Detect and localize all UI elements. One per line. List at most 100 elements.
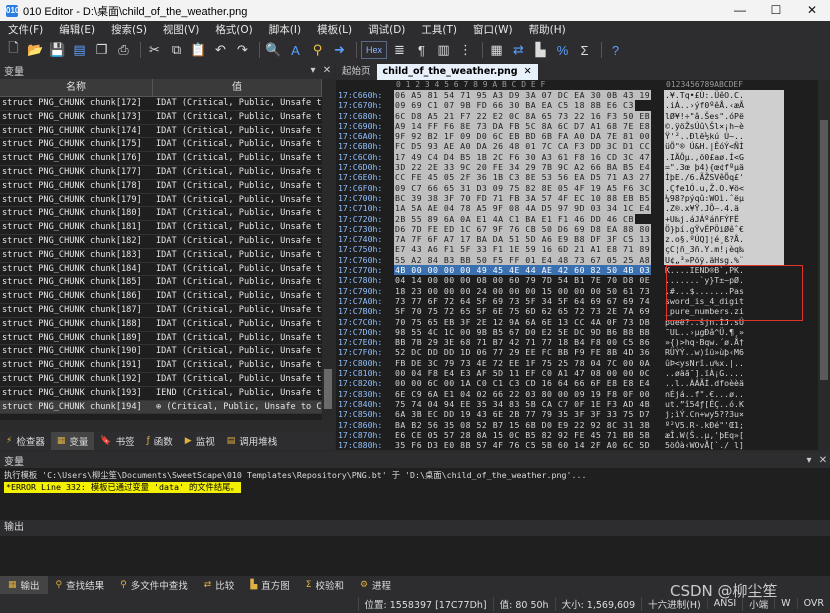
tab-compare[interactable]: ⇄ 比较 <box>196 576 243 594</box>
hex-bytes[interactable]: 35 F6 D3 E0 8B 57 4F 76 C5 5B 60 14 2F A… <box>394 440 651 450</box>
pin-icon[interactable]: ▾ <box>802 455 816 466</box>
tab-bookmarks[interactable]: 🔖 书签 <box>94 432 140 450</box>
variable-row[interactable]: struct PNG_CHUNK chunk[182] IDAT (Critica… <box>0 235 322 249</box>
hex-row[interactable]: 17:C6C0h: 17 49 C4 D4 B5 1B 2C F6 30 A3 6… <box>336 151 818 163</box>
hex-row[interactable]: 17:C660h: 06 A5 81 54 71 95 A3 D9 3A 07 D… <box>336 90 818 101</box>
hex-ascii[interactable]: U¢„³»Põÿ.äHsg.%¨ <box>664 254 784 266</box>
pin-icon[interactable]: ▾ <box>306 65 320 76</box>
hex-row[interactable]: 17:C6B0h: FC D5 93 AE A0 DA 26 48 01 7C C… <box>336 141 818 152</box>
close-button[interactable]: ✕ <box>794 0 830 21</box>
find-icon[interactable]: 🔍 <box>264 41 283 59</box>
hex-bytes[interactable]: A9 14 FF F6 8E 73 DA FB 5C 8A 6C D7 A1 6… <box>394 120 652 132</box>
hex-bytes[interactable]: FB DE 3C 79 73 4E 72 EE 1F 75 25 78 04 7… <box>394 358 651 368</box>
hex-ascii[interactable]: nÉjá..f".€...ø.. <box>664 389 784 399</box>
hex-row[interactable]: 17:C740h: 7A 7F 6F A7 17 BA DA 51 5D A6 E… <box>336 234 818 245</box>
hex-bytes[interactable]: D6 7D FE ED 1C 67 9F 76 CB 50 D6 69 D8 E… <box>394 223 652 235</box>
hex-row[interactable]: 17:C840h: 75 74 04 94 EE 35 34 83 5B CA C… <box>336 399 818 409</box>
hex-bytes[interactable]: 09 69 C1 07 9B FD 66 30 BA EA C5 18 8B E… <box>394 100 635 111</box>
hex-mode-button[interactable]: Hex <box>361 41 387 59</box>
hex-ascii[interactable]: ..øäã¯].ïÀ¡G.... <box>664 368 784 378</box>
variable-row[interactable]: struct PNG_CHUNK chunk[189] IDAT (Critica… <box>0 332 322 346</box>
hex-row[interactable]: 17:C7D0h: 98 55 4C 1C 00 9B B5 67 D0 E2 5… <box>336 327 818 337</box>
variable-row[interactable]: struct PNG_CHUNK chunk[184] IDAT (Critica… <box>0 263 322 277</box>
percent-icon[interactable]: % <box>553 41 572 59</box>
variable-row[interactable]: struct PNG_CHUNK chunk[173] IDAT (Critica… <box>0 111 322 125</box>
hex-bytes[interactable]: 00 00 6C 00 1A C0 C1 C3 CD 16 64 66 6F E… <box>394 378 651 388</box>
hex-bytes[interactable]: 06 A5 81 54 71 95 A3 D9 3A 07 DC EA 30 0… <box>394 90 652 101</box>
hex-row[interactable]: 17:C7E0h: BB 7B 29 3E 68 71 B7 42 71 77 1… <box>336 337 818 347</box>
menu-edit[interactable]: 编辑(E) <box>51 22 103 37</box>
compare-icon[interactable]: ⇄ <box>509 41 528 59</box>
hex-bytes[interactable]: 00 04 F8 E4 E3 AF 5D 11 EF C0 A1 47 08 0… <box>394 368 651 378</box>
hex-scrollbar[interactable] <box>818 80 830 450</box>
hex-ascii[interactable]: Ÿ'²..Ðlë½kú Ú~.. <box>664 131 784 142</box>
hex-ascii[interactable]: +U‰j.áJÁºáñFÝFË <box>664 213 784 224</box>
hex-row[interactable]: 17:C850h: 6A 3B EC DD 19 43 6E 2B 77 79 3… <box>336 409 818 419</box>
hex-bytes[interactable]: 18 23 00 00 00 24 00 00 00 15 00 00 00 5… <box>394 286 651 296</box>
hex-bytes[interactable]: E7 43 A6 F1 5F 33 F1 1E 59 16 6D 21 A1 E… <box>394 244 652 255</box>
hex-bytes[interactable]: 5F 70 75 72 65 5F 6E 75 6D 62 65 72 73 2… <box>394 306 651 316</box>
scrollbar-thumb[interactable] <box>324 369 332 409</box>
save-all-icon[interactable]: ▤ <box>70 41 89 59</box>
tab-file[interactable]: child_of_the_weather.png ✕ <box>376 64 538 80</box>
hex-row[interactable]: 17:C860h: BA B2 56 35 08 52 B7 15 6B D0 E… <box>336 420 818 430</box>
status-ovr[interactable]: OVR <box>796 598 830 609</box>
menu-tools[interactable]: 工具(T) <box>413 22 465 37</box>
hex-ascii[interactable]: ©.ÿöŽsÚû\Šl×¡h~è <box>664 120 784 132</box>
hex-bytes[interactable]: 04 14 00 00 00 08 00 60 79 7D 54 B1 7E 7… <box>394 275 651 285</box>
column-value[interactable]: 值 <box>153 79 322 96</box>
hex-row[interactable]: 17:C670h: 09 69 C1 07 9B FD 66 30 BA EA C… <box>336 100 818 111</box>
variable-row[interactable]: struct PNG_CHUNK chunk[190] IDAT (Critica… <box>0 345 322 360</box>
text-wrap-icon[interactable]: ≣ <box>390 41 409 59</box>
cut-icon[interactable]: ✂ <box>145 41 164 59</box>
hex-bytes[interactable]: BC 39 38 3F 70 FD 71 FB 3A 57 4F EC 10 8… <box>394 192 652 204</box>
variable-row[interactable]: struct PNG_CHUNK chunk[172] IDAT (Critica… <box>0 97 322 111</box>
hex-ascii[interactable]: z.o§.ºÚQ]¦é¸ß?Å. <box>664 234 784 245</box>
hex-ascii[interactable]: .IÄÔµ.,ö0£aø.Í<G <box>664 151 784 163</box>
maximize-button[interactable]: ☐ <box>758 0 794 21</box>
variable-row[interactable]: struct PNG_CHUNK chunk[188] IDAT (Critica… <box>0 318 322 332</box>
column-name[interactable]: 名称 <box>0 79 153 96</box>
hex-ascii[interactable]: ûÞ<ysNrî.u%x.|.. <box>664 358 784 368</box>
variable-row[interactable]: struct PNG_CHUNK chunk[194] ⊕ (Critical, … <box>0 400 322 415</box>
hex-bytes[interactable]: 98 55 4C 1C 00 9B B5 67 D0 E2 5E DC 9D B… <box>394 327 651 337</box>
variable-row[interactable]: struct PNG_CHUNK chunk[186] IDAT (Critica… <box>0 290 322 304</box>
tab-variables[interactable]: ▦ 变量 <box>50 432 95 450</box>
tab-inspector[interactable]: ⚡ 检查器 <box>0 432 51 450</box>
menu-file[interactable]: 文件(F) <box>0 22 51 37</box>
hex-bytes[interactable]: 75 74 04 94 EE 35 34 83 5B CA C7 0F 1E F… <box>394 399 651 409</box>
hex-ascii[interactable]: üÕ"® Ú&H.|ÊóÝ<ÑÌ <box>664 141 784 152</box>
copy-doc-icon[interactable]: ❐ <box>92 41 111 59</box>
hex-ascii[interactable]: æÎ.W(Š..µ‚'þEq»[ <box>664 430 784 440</box>
variable-row[interactable]: struct PNG_CHUNK chunk[191] IDAT (Critica… <box>0 359 322 373</box>
hex-bytes[interactable]: 52 DC DD DD 1D 06 77 29 EE FC BB F9 FE 8… <box>394 347 651 357</box>
tab-checksum[interactable]: Σ 校验和 <box>298 576 352 594</box>
save-icon[interactable]: 💾 <box>48 41 67 59</box>
tab-start-page[interactable]: 起始页 <box>336 64 377 80</box>
close-tab-icon[interactable]: ✕ <box>524 64 532 80</box>
format-icon[interactable]: ⋮ <box>456 41 475 59</box>
hex-bytes[interactable]: 55 A2 84 B3 BB 50 F5 FF 01 E4 48 73 67 0… <box>394 254 652 266</box>
hex-ascii[interactable]: ˜UL..›µgÐâ^Ü.¶¸» <box>664 327 784 337</box>
copy-icon[interactable]: ⧉ <box>167 41 186 59</box>
hex-row[interactable]: 17:C680h: 6C D8 A5 21 F7 22 E2 0C 8A 65 7… <box>336 110 818 121</box>
hex-row[interactable]: 17:C800h: FB DE 3C 79 73 4E 72 EE 1F 75 2… <box>336 358 818 368</box>
hex-bytes[interactable]: 09 C7 66 65 31 D3 09 75 82 8E 05 4F 19 A… <box>394 182 652 193</box>
hex-bytes[interactable]: 2B 55 89 6A 0A E1 4A C1 BA E1 F1 46 DD 4… <box>394 213 635 224</box>
hex-bytes[interactable]: E6 CE 05 57 28 8A 15 0C B5 82 92 FE 45 7… <box>394 430 651 440</box>
open-icon[interactable]: 📂 <box>26 41 45 59</box>
new-file-icon[interactable]: 🗋 <box>4 40 23 59</box>
menu-debug[interactable]: 调试(D) <box>360 22 413 37</box>
variable-row[interactable]: struct PNG_CHUNK chunk[192] IDAT (Critica… <box>0 373 322 387</box>
hex-ascii[interactable]: lØ¥!÷"â.Šes".óPë <box>664 110 784 121</box>
hex-row[interactable]: 17:C6A0h: 9F 92 B2 1F 09 D0 6C EB BD 6B F… <box>336 131 818 142</box>
hex-row[interactable]: 17:C7F0h: 52 DC DD DD 1D 06 77 29 EE FC B… <box>336 347 818 357</box>
calculator-icon[interactable]: ▦ <box>487 41 506 59</box>
histogram-icon[interactable]: ▙ <box>531 41 550 59</box>
goto-icon[interactable]: ➜ <box>330 41 349 59</box>
hex-ascii[interactable]: çC¦ñ_3ñ.Y.m!¡èq‰ <box>664 244 784 255</box>
hex-ascii[interactable]: ..l..ÀÁÃÍ.dfoèèä <box>664 378 784 388</box>
hex-ascii[interactable]: Ö}þí.gŸvËPÖiØêˆ€ <box>664 223 784 235</box>
hex-row[interactable]: 17:C750h: E7 43 A6 F1 5F 33 F1 1E 59 16 6… <box>336 244 818 255</box>
hex-row[interactable]: 17:C720h: 2B 55 89 6A 0A E1 4A C1 BA E1 F… <box>336 213 818 224</box>
